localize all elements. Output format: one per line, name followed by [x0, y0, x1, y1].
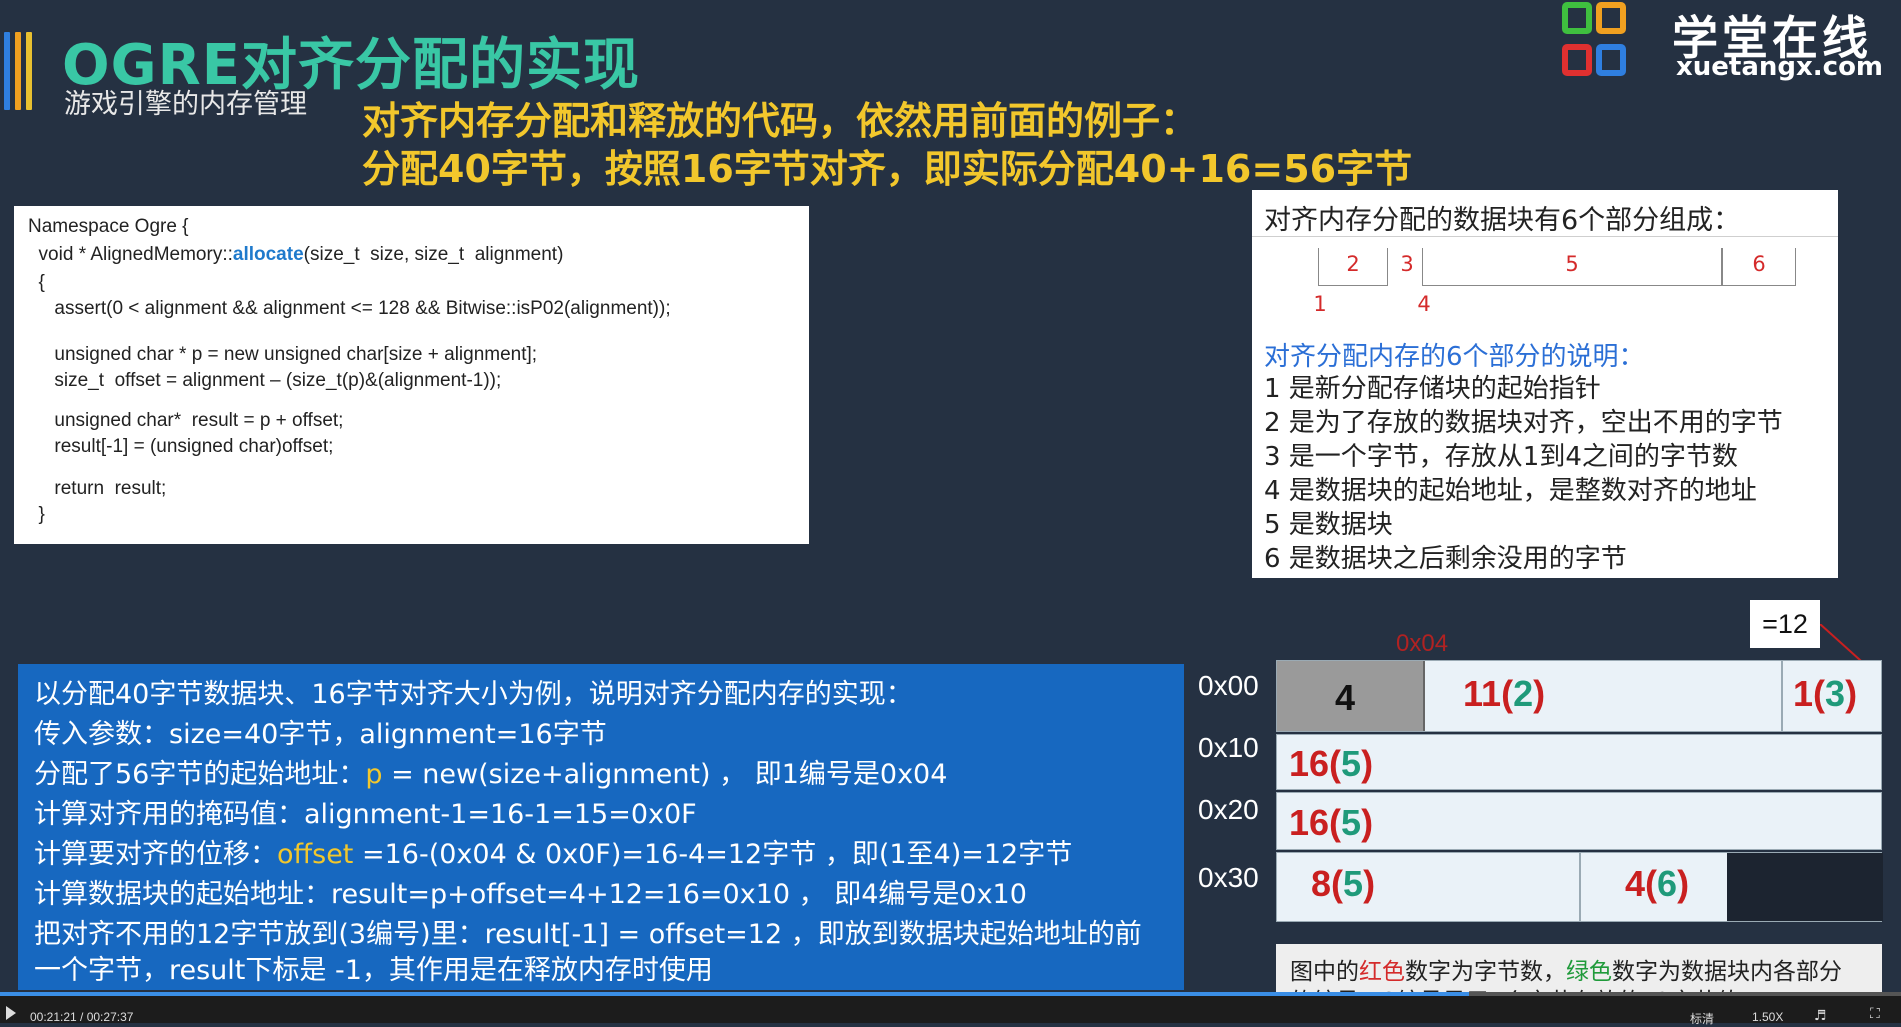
- memory-cell-part-5: 8(5): [1277, 853, 1581, 921]
- video-progress-fill: [0, 992, 1470, 996]
- accent-bar-yellow: [26, 32, 32, 110]
- headline-1: 对齐内存分配和释放的代码，依然用前面的例子：: [362, 99, 1199, 143]
- title-accent-bars: [4, 32, 34, 110]
- block-parts-title: 对齐内存分配的数据块有6个部分组成：: [1264, 205, 1741, 236]
- code-line: Namespace Ogre {: [28, 216, 189, 237]
- code-line: size_t offset = alignment – (size_t(p)&(…: [28, 370, 502, 391]
- address-label: 0x20: [1198, 794, 1259, 825]
- explanation-line: 一个字节，result下标是 -1，其作用是在释放内存时使用: [34, 955, 713, 986]
- fullscreen-icon[interactable]: ⛶: [1870, 1006, 1880, 1022]
- highlight-p: p: [365, 759, 383, 790]
- code-line: }: [28, 504, 45, 525]
- code-line: result[-1] = (unsigned char)offset;: [28, 436, 334, 457]
- volume-icon[interactable]: ♬: [1814, 1008, 1827, 1024]
- code-line: assert(0 < alignment && alignment <= 128…: [28, 298, 671, 319]
- accent-bar-orange: [15, 32, 21, 110]
- block-label: 1: [1313, 292, 1327, 316]
- address-label: 0x30: [1198, 862, 1259, 893]
- parts-description-item: 2 是为了存放的数据块对齐，空出不用的字节: [1264, 408, 1783, 438]
- code-panel: Namespace Ogre { void * AlignedMemory::a…: [14, 206, 809, 544]
- block-label: 3: [1400, 252, 1414, 276]
- code-line: {: [28, 272, 45, 293]
- memory-cell-part-5: 16(5): [1289, 743, 1374, 784]
- address-label: 0x10: [1198, 732, 1259, 763]
- code-line: void * AlignedMemory::allocate(size_t si…: [28, 244, 564, 265]
- block-label: 5: [1565, 252, 1579, 276]
- video-player-bar: [0, 992, 1901, 1023]
- logo-text-en: xuetangx.com: [1676, 52, 1884, 82]
- code-line: unsigned char * p = new unsigned char[si…: [28, 344, 538, 365]
- memory-cell-part-3: 1(3): [1793, 673, 1858, 714]
- code-line: return result;: [28, 478, 167, 499]
- explanation-line: 计算要对齐的位移：offset =16-(0x04 & 0x0F)=16-4=1…: [34, 839, 1073, 870]
- parts-description-item: 5 是数据块: [1264, 510, 1393, 540]
- parts-description-item: 4 是数据块的起始地址，是整数对齐的地址: [1264, 476, 1757, 506]
- memory-cell-unused: [1727, 853, 1883, 921]
- explanation-line: 传入参数：size=40字节，alignment=16字节: [34, 719, 607, 750]
- memory-row-0x10: 16(5): [1276, 734, 1882, 790]
- block-parts-panel: 对齐内存分配的数据块有6个部分组成： 2 3 5 6 1 4 对齐分配内存的6个…: [1252, 190, 1838, 578]
- slide-subtitle: 游戏引擎的内存管理: [64, 89, 307, 120]
- memory-cell-part-5: 16(5): [1289, 802, 1374, 843]
- memory-cell-part-2: 11(2): [1425, 661, 1783, 731]
- explanation-line: 以分配40字节数据块、16字节对齐大小为例，说明对齐分配内存的实现：: [34, 679, 913, 710]
- parts-description-item: 3 是一个字节，存放从1到4之间的字节数: [1264, 442, 1738, 472]
- code-function-name: allocate: [232, 244, 304, 265]
- divider: [1252, 236, 1838, 237]
- play-icon[interactable]: [6, 1006, 16, 1020]
- code-line: unsigned char* result = p + offset;: [28, 410, 344, 431]
- parts-description-item: 1 是新分配存储块的起始指针: [1264, 374, 1601, 404]
- block-label: 4: [1417, 292, 1431, 316]
- headline-2: 分配40字节，按照16字节对齐，即实际分配40+16=56字节: [362, 147, 1413, 191]
- explanation-line: 计算数据块的起始地址：result=p+offset=4+12=16=0x10 …: [34, 879, 1027, 910]
- start-address-label: 0x04: [1396, 630, 1449, 657]
- block-label: 6: [1752, 252, 1766, 276]
- highlight-offset: offset: [277, 839, 354, 870]
- explanation-line: 把对齐不用的12字节放到(3编号)里：result[-1] = offset=1…: [34, 919, 1142, 950]
- accent-bar-blue: [4, 32, 10, 110]
- offset-value-note: =12: [1750, 600, 1820, 648]
- memory-row-0x00: 4 11(2) 1(3): [1276, 660, 1882, 732]
- parts-description-item: 6 是数据块之后剩余没用的字节: [1264, 544, 1627, 574]
- address-label: 0x00: [1198, 670, 1259, 701]
- memory-cell-part-1: 4: [1277, 661, 1425, 731]
- speed-button[interactable]: 1.50X: [1752, 1010, 1783, 1024]
- quality-button[interactable]: 标清: [1690, 1010, 1714, 1027]
- memory-row-0x20: 16(5): [1276, 792, 1882, 850]
- xuetangx-logo-icon: [1560, 0, 1652, 86]
- memory-row-0x30: 8(5) 4(6): [1276, 852, 1883, 922]
- explanation-line: 计算对齐用的掩码值：alignment-1=16-1=15=0x0F: [34, 799, 697, 830]
- explanation-panel: 以分配40字节数据块、16字节对齐大小为例，说明对齐分配内存的实现： 传入参数：…: [18, 664, 1184, 990]
- block-label: 2: [1346, 252, 1360, 276]
- video-time: 00:21:21 / 00:27:37: [30, 1010, 134, 1024]
- memory-cell-part-6: 4(6): [1625, 863, 1690, 904]
- explanation-line: 分配了56字节的起始地址：p = new(size+alignment) ， 即…: [34, 759, 948, 790]
